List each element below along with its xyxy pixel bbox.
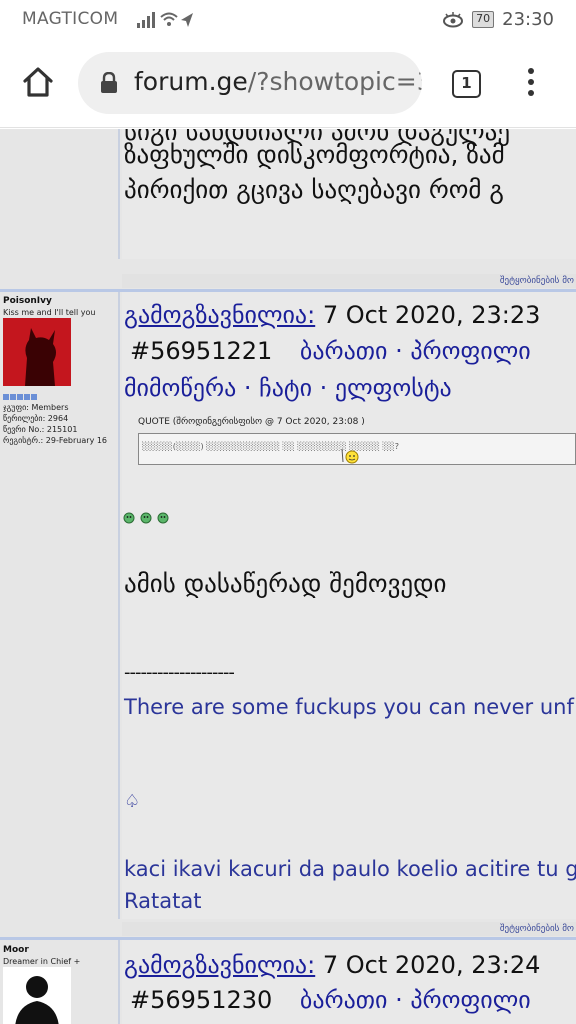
post1-signature-line-2: kaci ikavi kacuri da paulo koelio acitir… <box>124 857 576 881</box>
post1-user-registered: რეგისტრ.: 29-February 16 <box>3 436 108 445</box>
url-host: forum.ge <box>134 67 248 96</box>
battery-icon: 70 <box>472 11 495 28</box>
overflow-menu-icon[interactable] <box>521 68 541 102</box>
post1-sent-label[interactable]: გამოგზავნილია: <box>124 301 315 329</box>
post1-links-row-1: #56951221 ბარათი · პროფილი <box>130 335 531 367</box>
url-text: forum.ge/?showtopic=3 <box>134 67 422 96</box>
post1-header: გამოგზავნილია: 7 Oct 2020, 23:23 <box>124 299 540 331</box>
post1-signature-line-3: Ratatat <box>124 889 202 913</box>
post1-user-posts: წერილები: 2964 <box>3 414 69 423</box>
post2-links-row-1: #56951230 ბარათი · პროფილი <box>130 984 531 1016</box>
post2-id[interactable]: #56951230 <box>130 986 272 1014</box>
signal-icon <box>137 12 193 28</box>
signal-wifi-icons <box>137 11 195 33</box>
prev-post-line-2: ზაფხულში დისკომფორტია, ზამ <box>124 140 505 169</box>
post1-id[interactable]: #56951221 <box>130 337 272 365</box>
address-bar[interactable]: forum.ge/?showtopic=3 <box>78 52 422 114</box>
post1-spade-icon: ♤ <box>124 791 141 812</box>
eye-comfort-icon <box>443 11 464 27</box>
post1-signature-line-1: There are some fuckups you can never unf <box>124 695 574 719</box>
post1-quote-title: QUOTE (შროდინგერისფისო @ 7 Oct 2020, 23:… <box>138 417 365 427</box>
status-right: 70 23:30 <box>442 9 554 30</box>
post1-links-row-2: მიმოწერა · ჩატი · ელფოსტა <box>124 372 452 404</box>
post1-userpanel <box>0 292 120 919</box>
carrier-name: MAGTICOM <box>22 9 119 29</box>
post1-user-title: Kiss me and I'll tell you <box>3 308 96 317</box>
post1-footer-link[interactable]: შეტყობინების მო <box>122 922 576 936</box>
post1-username[interactable]: PoisonIvy <box>3 296 52 306</box>
url-path: /?showtopic=3 <box>247 67 422 96</box>
post1-avatar[interactable] <box>3 318 71 386</box>
post2-date: 7 Oct 2020, 23:24 <box>322 951 541 979</box>
forum-thread: სიგი სანდნიალი ამონ დაგულაე ზაფხულში დის… <box>0 129 576 1024</box>
post2-sent-label[interactable]: გამოგზავნილია: <box>124 951 315 979</box>
post2-avatar[interactable] <box>3 967 71 1024</box>
lock-icon <box>101 72 117 93</box>
prev-post-userpanel <box>0 129 120 259</box>
post1-signature-divider: -------------------- <box>124 662 235 683</box>
post1-main-text: ამის დასაწერად შემოვედი <box>124 569 447 598</box>
post1-message-chat-email-links[interactable]: მიმოწერა · ჩატი · ელფოსტა <box>124 374 452 402</box>
post2-username[interactable]: Moor <box>3 945 29 955</box>
prev-post-footer-link[interactable]: შეტყობინების მო <box>122 274 576 288</box>
post2-header: გამოგზავნილია: 7 Oct 2020, 23:24 <box>124 949 540 981</box>
post1-user-group: ჯგუფი: Members <box>3 403 69 412</box>
home-icon[interactable] <box>20 64 56 100</box>
browser-toolbar: forum.ge/?showtopic=3 1 <box>0 40 576 128</box>
post1-smiley-row-icon <box>123 512 169 524</box>
post2-user-title: Dreamer in Chief + <box>3 957 81 966</box>
clock: 23:30 <box>502 9 554 30</box>
post1-rank-pips <box>3 394 37 400</box>
prev-post-line-3: პირიქით გცივა საღებავი რომ გ <box>124 175 504 204</box>
post1-quote-smiley-icon <box>341 448 359 464</box>
post1-date: 7 Oct 2020, 23:23 <box>322 301 541 329</box>
post1-quote-text: ░░░░░(░░░░) ░░░░░░░░░░░░ ░░ ░░░░░░░░ ░░░… <box>142 442 399 451</box>
status-bar: MAGTICOM 70 23:30 <box>0 0 576 40</box>
post1-card-profile-links[interactable]: ბარათი · პროფილი <box>300 337 531 365</box>
tab-switcher-button[interactable]: 1 <box>452 70 481 98</box>
post2-card-profile-links[interactable]: ბარათი · პროფილი <box>300 986 531 1014</box>
post1-user-number: წევრი No.: 215101 <box>3 425 78 434</box>
